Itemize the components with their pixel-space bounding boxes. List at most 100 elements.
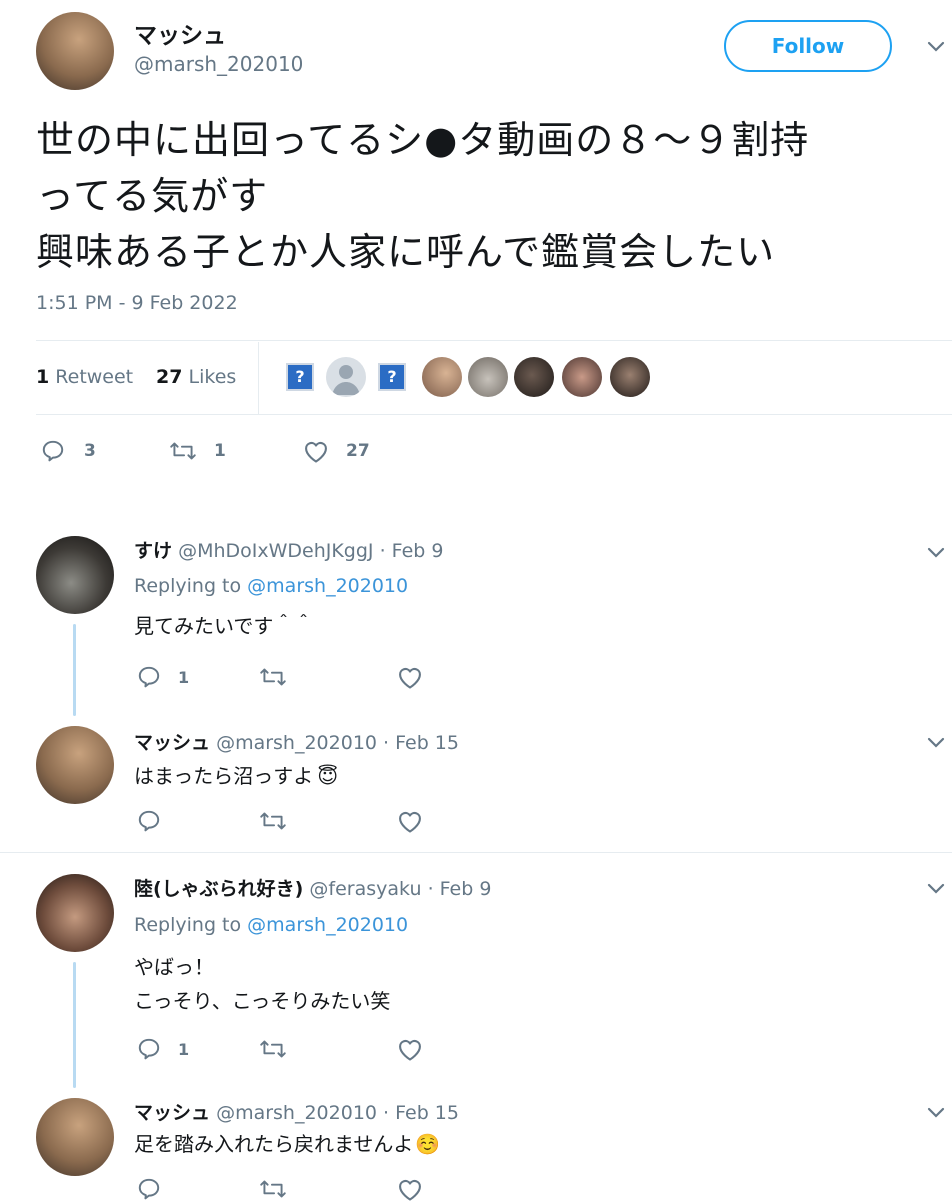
chevron-down-icon[interactable] [924, 876, 948, 900]
reply-text: 足を踏み入れたら戻れませんよ ☺️ [134, 1128, 440, 1157]
like-button[interactable] [396, 1176, 424, 1202]
replying-to-handle[interactable]: @marsh_202010 [247, 914, 408, 936]
tweet-text-line: ってる気がす [36, 174, 269, 218]
thread-line [73, 624, 76, 716]
reply-header: 陸(しゃぶられ好き) @ferasyaku · Feb 9 [134, 874, 491, 901]
retweet-icon [260, 1180, 286, 1198]
liker-avatar[interactable] [422, 357, 462, 397]
likes-stat[interactable]: 27 Likes [156, 366, 236, 388]
reply-author-handle[interactable]: @MhDoIxWDehJKggJ [178, 540, 373, 562]
liker-avatar[interactable]: ? [280, 357, 320, 397]
chevron-down-icon[interactable] [924, 1100, 948, 1124]
follow-label: Follow [771, 34, 845, 58]
chevron-down-icon[interactable] [924, 34, 948, 58]
author-avatar[interactable] [36, 12, 114, 90]
reply-date[interactable]: · Feb 15 [383, 1102, 459, 1124]
liker-avatar[interactable] [468, 357, 508, 397]
reply-button[interactable]: 3 [40, 438, 96, 464]
like-icon [399, 811, 421, 833]
reply-avatar[interactable] [36, 536, 114, 614]
chevron-down-icon[interactable] [924, 730, 948, 754]
reply-author-handle[interactable]: @marsh_202010 [216, 1102, 377, 1124]
reply-count: 3 [84, 441, 96, 461]
reply-author-handle[interactable]: @marsh_202010 [216, 732, 377, 754]
replying-to: Replying to @marsh_202010 [134, 914, 408, 936]
reply-text-body: 足を踏み入れたら戻れませんよ [134, 1132, 414, 1156]
retweet-icon [260, 812, 286, 830]
halo-smile-emoji-icon: 😇 [317, 764, 339, 788]
reply-button[interactable] [136, 1176, 162, 1202]
retweet-icon [170, 442, 196, 460]
default-user-icon [332, 365, 360, 395]
liker-avatar[interactable] [326, 357, 366, 397]
reply-icon [138, 1178, 160, 1200]
retweet-icon [260, 1040, 286, 1058]
liker-avatar[interactable]: ? [372, 357, 412, 397]
stats-separator [258, 342, 259, 414]
retweet-label: Retweet [55, 366, 134, 388]
reply-count: 1 [178, 667, 190, 687]
retweet-button[interactable]: 1 [168, 438, 226, 464]
reply-icon [42, 440, 64, 462]
retweet-button[interactable] [258, 1036, 288, 1062]
like-icon [399, 667, 421, 689]
reply-count: 1 [178, 1039, 190, 1059]
reply-author-name[interactable]: 陸(しゃぶられ好き) [134, 878, 303, 900]
reply-icon [138, 666, 160, 688]
reply-text: はまったら沼っすよ 😇 [134, 760, 338, 789]
like-icon [399, 1179, 421, 1201]
reply-icon [138, 1038, 160, 1060]
liker-avatar[interactable] [562, 357, 602, 397]
tweet-timestamp[interactable]: 1:51 PM - 9 Feb 2022 [36, 292, 238, 314]
reply-text: 見てみたいです＾＾ [134, 614, 314, 638]
liker-avatar[interactable] [514, 357, 554, 397]
reply-header: マッシュ @marsh_202010 · Feb 15 [134, 1098, 459, 1125]
retweet-icon [260, 668, 286, 686]
reply-header: マッシュ @marsh_202010 · Feb 15 [134, 728, 459, 755]
liker-avatar[interactable] [610, 357, 650, 397]
author-handle[interactable]: @marsh_202010 [134, 52, 303, 76]
divider [36, 414, 952, 415]
smiling-face-emoji-icon: ☺️ [415, 1132, 441, 1156]
reply-author-name[interactable]: マッシュ [134, 1102, 210, 1124]
retweet-button[interactable] [258, 1176, 288, 1202]
unknown-image-icon: ? [286, 363, 314, 391]
reply-avatar[interactable] [36, 1098, 114, 1176]
like-button[interactable]: 27 [302, 438, 370, 464]
like-button[interactable] [396, 664, 424, 690]
follow-button[interactable]: Follow [724, 20, 892, 72]
like-label: Likes [188, 366, 237, 388]
reply-date[interactable]: · Feb 9 [380, 540, 444, 562]
replying-to-handle[interactable]: @marsh_202010 [247, 575, 408, 597]
like-count: 27 [156, 366, 183, 388]
reply-author-name[interactable]: マッシュ [134, 732, 210, 754]
divider [36, 340, 952, 341]
reply-author-handle[interactable]: @ferasyaku [309, 878, 421, 900]
divider [0, 852, 952, 853]
chevron-down-icon[interactable] [924, 540, 948, 564]
reply-date[interactable]: · Feb 15 [383, 732, 459, 754]
reply-avatar[interactable] [36, 726, 114, 804]
reply-date[interactable]: · Feb 9 [428, 878, 492, 900]
like-button[interactable] [396, 1036, 424, 1062]
thread-line [73, 962, 76, 1088]
reply-button[interactable] [136, 808, 162, 834]
tweet-text: 世の中に出回ってるシ●タ動画の８〜９割持 ってる気がす 興味ある子とか人家に呼ん… [36, 112, 809, 280]
reply-author-name[interactable]: すけ [134, 540, 172, 562]
reply-button[interactable]: 1 [136, 664, 189, 690]
retweet-stat[interactable]: 1 Retweet [36, 366, 133, 388]
reply-avatar[interactable] [36, 874, 114, 952]
replying-to-label: Replying to [134, 575, 242, 597]
reply-icon [138, 810, 160, 832]
unknown-image-icon: ? [378, 363, 406, 391]
reply-button[interactable]: 1 [136, 1036, 189, 1062]
like-icon [399, 1039, 421, 1061]
retweet-button[interactable] [258, 664, 288, 690]
like-button[interactable] [396, 808, 424, 834]
author-name[interactable]: マッシュ [134, 16, 226, 50]
retweet-button[interactable] [258, 808, 288, 834]
retweet-action-count: 1 [214, 441, 226, 461]
reply-header: すけ @MhDoIxWDehJKggJ · Feb 9 [134, 536, 443, 563]
reply-text-line: こっそり、こっそりみたい笑 [134, 989, 391, 1013]
replying-to: Replying to @marsh_202010 [134, 575, 408, 597]
